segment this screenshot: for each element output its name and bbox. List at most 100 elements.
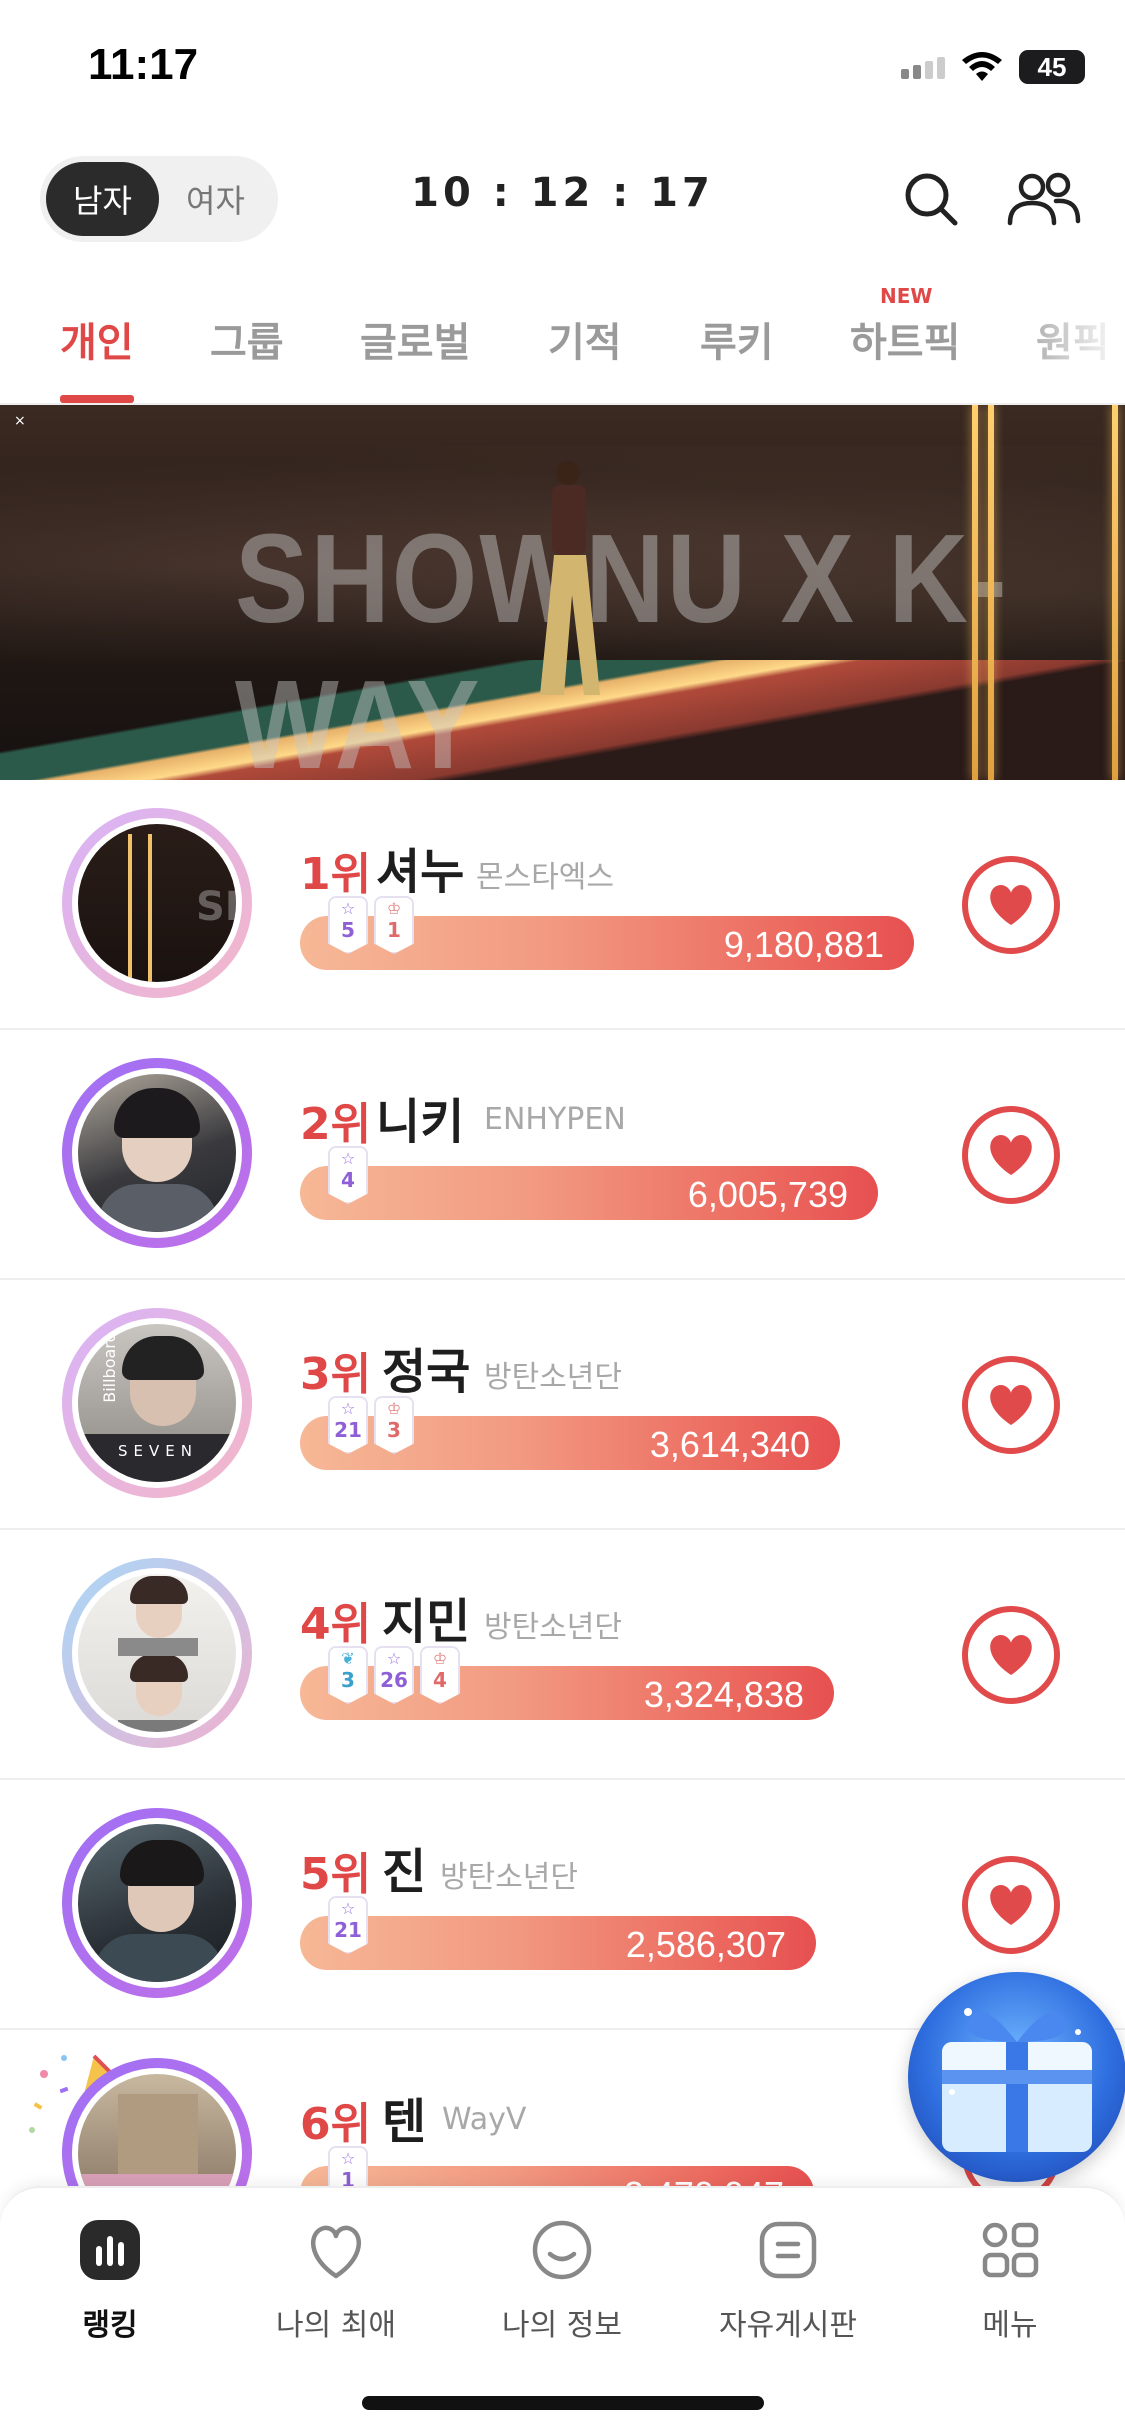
nav-label: 나의 최애 — [276, 2308, 396, 2343]
badge: ☆ 26 — [374, 1646, 414, 1704]
star-icon: ☆ — [340, 1399, 356, 1418]
idol-name: 니키 — [376, 1094, 465, 1150]
vote-heart-button[interactable] — [962, 1856, 1060, 1954]
vote-heart-button[interactable] — [962, 856, 1060, 954]
nav-my-favorite[interactable]: 나의 최애 — [226, 2218, 446, 2344]
heart-icon — [990, 1885, 1032, 1925]
nav-menu[interactable]: 메뉴 — [900, 2218, 1120, 2344]
heart-icon — [990, 1135, 1032, 1175]
new-badge: NEW — [880, 284, 933, 308]
star-icon: ☆ — [340, 1149, 356, 1168]
tab-miracle[interactable]: 기적 — [548, 310, 622, 368]
cellular-signal-icon — [901, 55, 945, 79]
wifi-icon — [962, 52, 1002, 81]
badge: ☆ 21 — [328, 1896, 368, 1954]
vote-count: 3,614,340 — [649, 1424, 810, 1465]
avatar[interactable]: SHO — [78, 824, 236, 982]
promo-banner[interactable]: SHOWNU X K-WAY × — [0, 405, 1125, 780]
vote-bar: 6,005,739 — [300, 1166, 878, 1220]
badge: ♔ 3 — [374, 1396, 414, 1454]
tab-heartpick[interactable]: 하트픽 — [850, 310, 960, 368]
heart-icon — [990, 1635, 1032, 1675]
crown-icon: ♔ — [432, 1649, 448, 1668]
ranking-row[interactable]: SHO 1위 셔누 몬스타엑스 9,180,881 ☆5 ♔1 — [0, 780, 1125, 1030]
vote-count: 2,586,307 — [625, 1924, 786, 1965]
avatar[interactable] — [78, 1824, 236, 1982]
rank-number: 6위 — [300, 2099, 372, 2150]
heart-outline-icon — [304, 2218, 368, 2282]
rank-number: 1위 — [300, 849, 372, 900]
ranking-row[interactable]: SEVEN Billboard 3위 정국 방탄소년단 3,614,340 ☆ 2… — [0, 1280, 1125, 1530]
ranking-row[interactable]: 2위 니키 ENHYPEN 6,005,739 ☆ 4 — [0, 1030, 1125, 1280]
vote-heart-button[interactable] — [962, 1606, 1060, 1704]
friends-icon[interactable] — [1004, 164, 1084, 234]
gift-box-icon — [942, 2008, 1092, 2152]
badge-list: ❦ 3 ☆ 26 ♔ 4 — [328, 1646, 460, 1704]
star-icon: ☆ — [340, 899, 356, 918]
avatar[interactable] — [78, 1074, 236, 1232]
badge: ♔ 1 — [374, 896, 414, 954]
nav-label: 나의 정보 — [502, 2308, 622, 2343]
idol-name: 지민 — [382, 1594, 471, 1650]
smile-icon — [530, 2218, 594, 2282]
status-bar: 11:17 45 — [0, 0, 1125, 130]
nav-my-info[interactable]: 나의 정보 — [452, 2218, 672, 2344]
gift-button[interactable] — [908, 1972, 1125, 2182]
vote-count: 6,005,739 — [687, 1174, 848, 1215]
banner-light-pole — [988, 405, 994, 780]
tab-rookie[interactable]: 루키 — [700, 310, 774, 368]
ranking-row[interactable]: 4위 지민 방탄소년단 3,324,838 ❦ 3 ☆ 26 ♔ 4 — [0, 1530, 1125, 1780]
vote-bar: 2,586,307 — [300, 1916, 816, 1970]
board-icon — [756, 2218, 820, 2282]
crown-icon: ♔ — [386, 1399, 402, 1418]
vote-count: 9,180,881 — [723, 924, 884, 965]
wing-icon: ❦ — [341, 1649, 355, 1668]
battery-level: 45 — [1037, 51, 1067, 82]
banner-light-pole — [972, 405, 978, 780]
idol-name: 텐 — [382, 2094, 427, 2150]
avatar-ring: SEVEN Billboard — [62, 1308, 252, 1498]
category-tabs: 개인 그룹 글로벌 기적 루키 NEW 하트픽 원픽 — [0, 270, 1125, 405]
tab-global[interactable]: 글로벌 — [360, 310, 470, 368]
avatar-ring — [62, 1058, 252, 1248]
badge-list: ☆ 21 ♔ 3 — [328, 1396, 414, 1454]
nav-label: 자유게시판 — [719, 2308, 857, 2343]
tab-individual[interactable]: 개인 — [60, 310, 134, 368]
group-name: 방탄소년단 — [484, 1610, 622, 1645]
badge: ☆ 21 — [328, 1396, 368, 1454]
vote-heart-button[interactable] — [962, 1356, 1060, 1454]
avatar[interactable] — [78, 1574, 236, 1732]
menu-grid-icon — [978, 2218, 1042, 2282]
banner-model-figure — [540, 461, 600, 695]
badge-list: ☆ 21 — [328, 1896, 368, 1954]
active-tab-indicator — [60, 395, 134, 403]
rank-number: 5위 — [300, 1849, 372, 1900]
banner-close-icon[interactable]: × — [14, 413, 26, 429]
star-icon: ☆ — [386, 1649, 402, 1668]
star-icon: ☆ — [340, 1899, 356, 1918]
avatar-ring — [62, 1558, 252, 1748]
star-icon: ☆ — [340, 2149, 356, 2168]
status-icons: 45 — [901, 50, 1085, 84]
badge: ❦ 3 — [328, 1646, 368, 1704]
vote-count: 3,324,838 — [643, 1674, 804, 1715]
avatar[interactable]: SEVEN Billboard — [78, 1324, 236, 1482]
tab-group[interactable]: 그룹 — [210, 310, 284, 368]
vote-heart-button[interactable] — [962, 1106, 1060, 1204]
nav-free-board[interactable]: 자유게시판 — [678, 2218, 898, 2344]
rank-number: 2위 — [300, 1099, 372, 1150]
crown-icon: ♔ — [386, 899, 402, 918]
search-icon[interactable] — [896, 164, 966, 234]
heart-icon — [990, 1385, 1032, 1425]
group-name: 방탄소년단 — [484, 1360, 622, 1395]
status-time: 11:17 — [88, 40, 199, 89]
idol-name: 진 — [382, 1844, 427, 1900]
badge: ☆ 4 — [328, 1146, 368, 1204]
banner-light-pole — [1112, 405, 1118, 780]
nav-ranking[interactable]: 랭킹 — [0, 2218, 220, 2344]
idol-name: 셔누 — [376, 844, 465, 900]
heart-icon — [990, 885, 1032, 925]
badge: ☆ 5 — [328, 896, 368, 954]
group-name: WayV — [442, 2102, 527, 2137]
ranking-icon — [78, 2218, 142, 2282]
